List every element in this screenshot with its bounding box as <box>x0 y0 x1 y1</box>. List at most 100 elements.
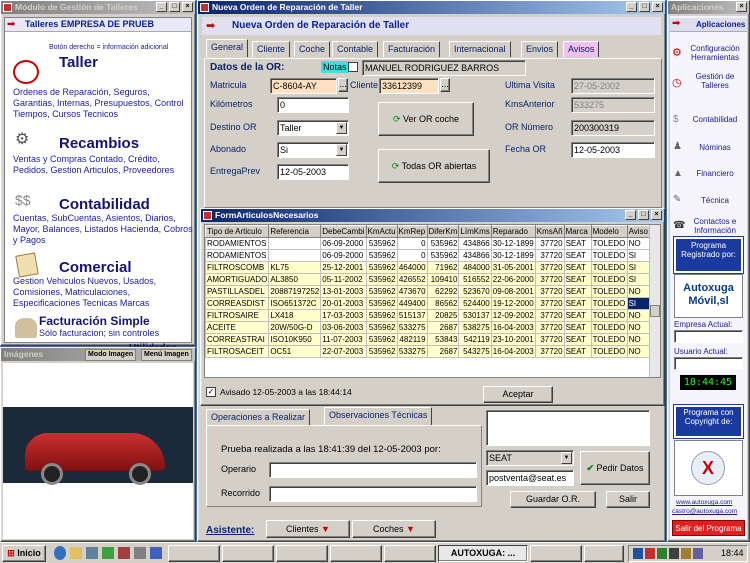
tab-facturacion[interactable]: Facturación <box>383 41 441 57</box>
table-cell[interactable]: 20W/50G-D <box>268 321 322 334</box>
table-cell[interactable]: FILTROSACEIT <box>205 345 270 358</box>
tab-general[interactable]: General <box>206 39 249 57</box>
operario-field[interactable] <box>269 462 477 478</box>
image-menu-button[interactable]: Menú Imagen <box>141 349 192 361</box>
cliente-field[interactable]: 33612399 <box>379 78 439 94</box>
chevron-down-icon[interactable]: ▼ <box>561 452 572 464</box>
table-cell[interactable]: 11-07-2003 <box>320 333 367 346</box>
table-cell[interactable]: SI <box>626 261 650 274</box>
table-cell[interactable]: 535962 <box>365 261 398 274</box>
tab-envios[interactable]: Envios <box>521 41 559 57</box>
table-cell[interactable]: ISO10K950 <box>268 333 322 346</box>
app-nominas[interactable]: Nóminas <box>684 143 746 152</box>
table-cell[interactable]: 538275 <box>458 321 492 334</box>
table-cell[interactable]: 426552 <box>396 273 428 286</box>
comercial-title[interactable]: Comercial <box>59 259 132 276</box>
table-cell[interactable]: 523670 <box>458 285 492 298</box>
table-cell[interactable]: 484000 <box>458 261 492 274</box>
table-cell[interactable]: 516552 <box>458 273 492 286</box>
table-cell[interactable]: 434866 <box>458 237 492 250</box>
recambios-title[interactable]: Recambios <box>59 135 139 152</box>
table-cell[interactable]: 30-12-1899 <box>490 249 536 262</box>
table-cell[interactable]: CORREASDIST <box>205 297 270 310</box>
table-cell[interactable]: SEAT <box>563 285 592 298</box>
table-cell[interactable]: TOLEDO <box>590 261 628 274</box>
table-cell[interactable]: 06-09-2000 <box>320 249 367 262</box>
table-cell[interactable] <box>268 249 322 262</box>
chevron-down-icon[interactable]: ▼ <box>336 122 347 134</box>
contabilidad-links[interactable]: Cuentas, SubCuentas, Asientos, Diarios, … <box>13 213 193 246</box>
table-cell[interactable]: 0 <box>396 249 428 262</box>
avisado-checkbox[interactable]: ✓ <box>206 387 216 397</box>
table-cell[interactable]: 109410 <box>426 273 460 286</box>
minimize-button[interactable]: _ <box>156 2 167 12</box>
table-cell[interactable]: TOLEDO <box>590 321 628 334</box>
desktop-icon[interactable] <box>86 547 98 559</box>
table-cell[interactable]: 71962 <box>426 261 460 274</box>
table-cell[interactable]: 16-04-2003 <box>490 321 536 334</box>
table-cell[interactable]: AMORTIGUADO <box>205 273 270 286</box>
column-header[interactable]: Reparado <box>490 225 536 238</box>
scrollbar-thumb[interactable] <box>650 305 660 317</box>
close-button[interactable]: × <box>182 2 193 12</box>
clientes-button[interactable]: Clientes ▼ <box>266 520 350 538</box>
table-cell[interactable]: 535962 <box>365 285 398 298</box>
matricula-field[interactable]: C-8604-AY <box>270 78 337 94</box>
table-cell[interactable]: 535962 <box>426 249 460 262</box>
table-cell[interactable]: LX418 <box>268 309 322 322</box>
taller-title[interactable]: Taller <box>59 54 98 71</box>
table-row[interactable]: FILTROSCOMB KL75 25-12-2001 535962 464000 719… <box>205 261 650 274</box>
table-cell[interactable]: 37720 <box>534 237 565 250</box>
table-cell[interactable]: 12-09-2002 <box>490 309 536 322</box>
entrega-prev-field[interactable]: 12-05-2003 <box>277 164 349 180</box>
column-header[interactable]: KmActu <box>365 225 398 238</box>
table-cell[interactable]: 37720 <box>534 309 565 322</box>
email-field[interactable]: postventa@seat.es <box>486 470 574 486</box>
applications-titlebar[interactable]: Aplicaciones × <box>668 1 749 14</box>
table-cell[interactable]: 05-11-2002 <box>320 273 367 286</box>
table-cell[interactable]: 37720 <box>534 297 565 310</box>
notes-textarea[interactable] <box>486 410 650 446</box>
tab-cliente[interactable]: Cliente <box>252 41 291 57</box>
table-cell[interactable]: 535962 <box>365 333 398 346</box>
table-cell[interactable]: 535962 <box>365 345 398 358</box>
table-cell[interactable]: SEAT <box>563 309 592 322</box>
task-autoxuga[interactable]: AUTOXUGA: ... <box>438 545 528 562</box>
table-cell[interactable]: TOLEDO <box>590 237 628 250</box>
column-header[interactable]: KmRep <box>396 225 428 238</box>
image-mode-button[interactable]: Modo Imagen <box>85 349 137 361</box>
table-cell[interactable]: RODAMIENTOS <box>205 249 270 262</box>
table-cell[interactable]: NO <box>626 333 650 346</box>
destino-select[interactable]: Taller ▼ <box>277 120 349 136</box>
table-cell[interactable]: 543275 <box>458 345 492 358</box>
salir-programa-button[interactable]: Salir del Programa <box>672 520 745 536</box>
table-cell[interactable]: SEAT <box>563 333 592 346</box>
start-button[interactable]: ⊞ Inicio <box>2 545 46 562</box>
guardar-or-button[interactable]: Guardar O.R. <box>510 491 596 508</box>
close-button[interactable]: × <box>736 2 747 12</box>
minimize-button[interactable]: _ <box>625 210 636 220</box>
table-cell[interactable]: 31-05-2001 <box>490 261 536 274</box>
task-button[interactable] <box>530 545 582 562</box>
table-cell[interactable]: 03-06-2003 <box>320 321 367 334</box>
table-cell[interactable]: SEAT <box>563 297 592 310</box>
table-cell[interactable]: 0 <box>396 237 428 250</box>
table-cell[interactable]: 17-03-2003 <box>320 309 367 322</box>
minimize-button[interactable]: _ <box>626 2 637 12</box>
column-header[interactable]: Tipo de Articulo <box>205 225 270 238</box>
tab-operaciones[interactable]: Operaciones a Realizar <box>206 409 311 425</box>
table-cell[interactable]: AL3850 <box>268 273 322 286</box>
recorrido-field[interactable] <box>269 486 477 502</box>
table-cell[interactable]: TOLEDO <box>590 333 628 346</box>
close-button[interactable]: × <box>652 2 663 12</box>
table-cell[interactable]: 37720 <box>534 273 565 286</box>
table-cell[interactable]: 535962 <box>365 297 398 310</box>
table-cell[interactable]: 533275 <box>396 321 428 334</box>
images-titlebar[interactable]: Imágenes Modo Imagen Menú Imagen <box>1 348 195 361</box>
tray-icon[interactable] <box>645 548 655 559</box>
app-gestion-talleres[interactable]: Gestión de Talleres <box>684 72 746 90</box>
table-cell[interactable]: 515137 <box>396 309 428 322</box>
table-cell[interactable]: 37720 <box>534 333 565 346</box>
table-cell[interactable]: 37720 <box>534 249 565 262</box>
table-cell[interactable]: 20887197252 <box>268 285 322 298</box>
